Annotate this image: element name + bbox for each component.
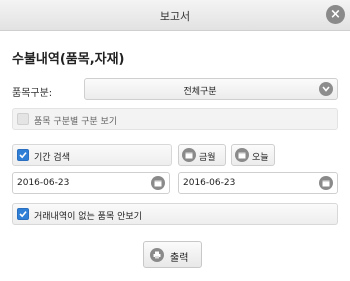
end-date-value: 2016-06-23 — [183, 178, 236, 188]
start-date-value: 2016-06-23 — [17, 178, 70, 188]
item-category-label: 품목구분: — [12, 88, 53, 99]
section-title: 수불내역(품목,자재) — [12, 52, 125, 67]
dialog-titlebar: 보고서 × — [0, 0, 350, 31]
this-month-label: 금월 — [199, 153, 216, 163]
calendar-icon — [182, 148, 196, 162]
chevron-down-icon — [319, 82, 333, 96]
this-month-button[interactable]: 금월 — [178, 144, 226, 166]
print-label: 출력 — [170, 253, 189, 264]
item-category-value: 전체구분 — [183, 87, 217, 97]
period-search-checkbox[interactable]: 기간 검색 — [12, 144, 172, 166]
end-date-input[interactable]: 2016-06-23 — [178, 172, 338, 194]
period-search-label: 기간 검색 — [34, 153, 70, 163]
calendar-icon[interactable] — [151, 176, 165, 190]
checkmark-icon — [17, 208, 29, 220]
dialog-title: 보고서 — [159, 10, 191, 23]
calendar-icon[interactable] — [319, 176, 333, 190]
checkmark-icon — [17, 149, 29, 161]
hide-no-transactions-label: 거래내역이 없는 품목 안보기 — [34, 212, 142, 222]
item-category-select[interactable]: 전체구분 — [84, 78, 338, 100]
close-icon[interactable]: × — [326, 5, 345, 24]
show-by-category-label: 품목 구분별 구분 보기 — [34, 117, 118, 127]
hide-no-transactions-checkbox[interactable]: 거래내역이 없는 품목 안보기 — [12, 203, 338, 225]
start-date-input[interactable]: 2016-06-23 — [12, 172, 170, 194]
print-button[interactable]: 출력 — [143, 241, 202, 268]
calendar-icon — [235, 148, 249, 162]
print-icon — [150, 248, 164, 262]
today-button[interactable]: 오늘 — [231, 144, 275, 166]
show-by-category-checkbox[interactable]: 품목 구분별 구분 보기 — [12, 108, 338, 130]
show-by-category-box — [17, 113, 29, 125]
today-label: 오늘 — [252, 153, 269, 163]
